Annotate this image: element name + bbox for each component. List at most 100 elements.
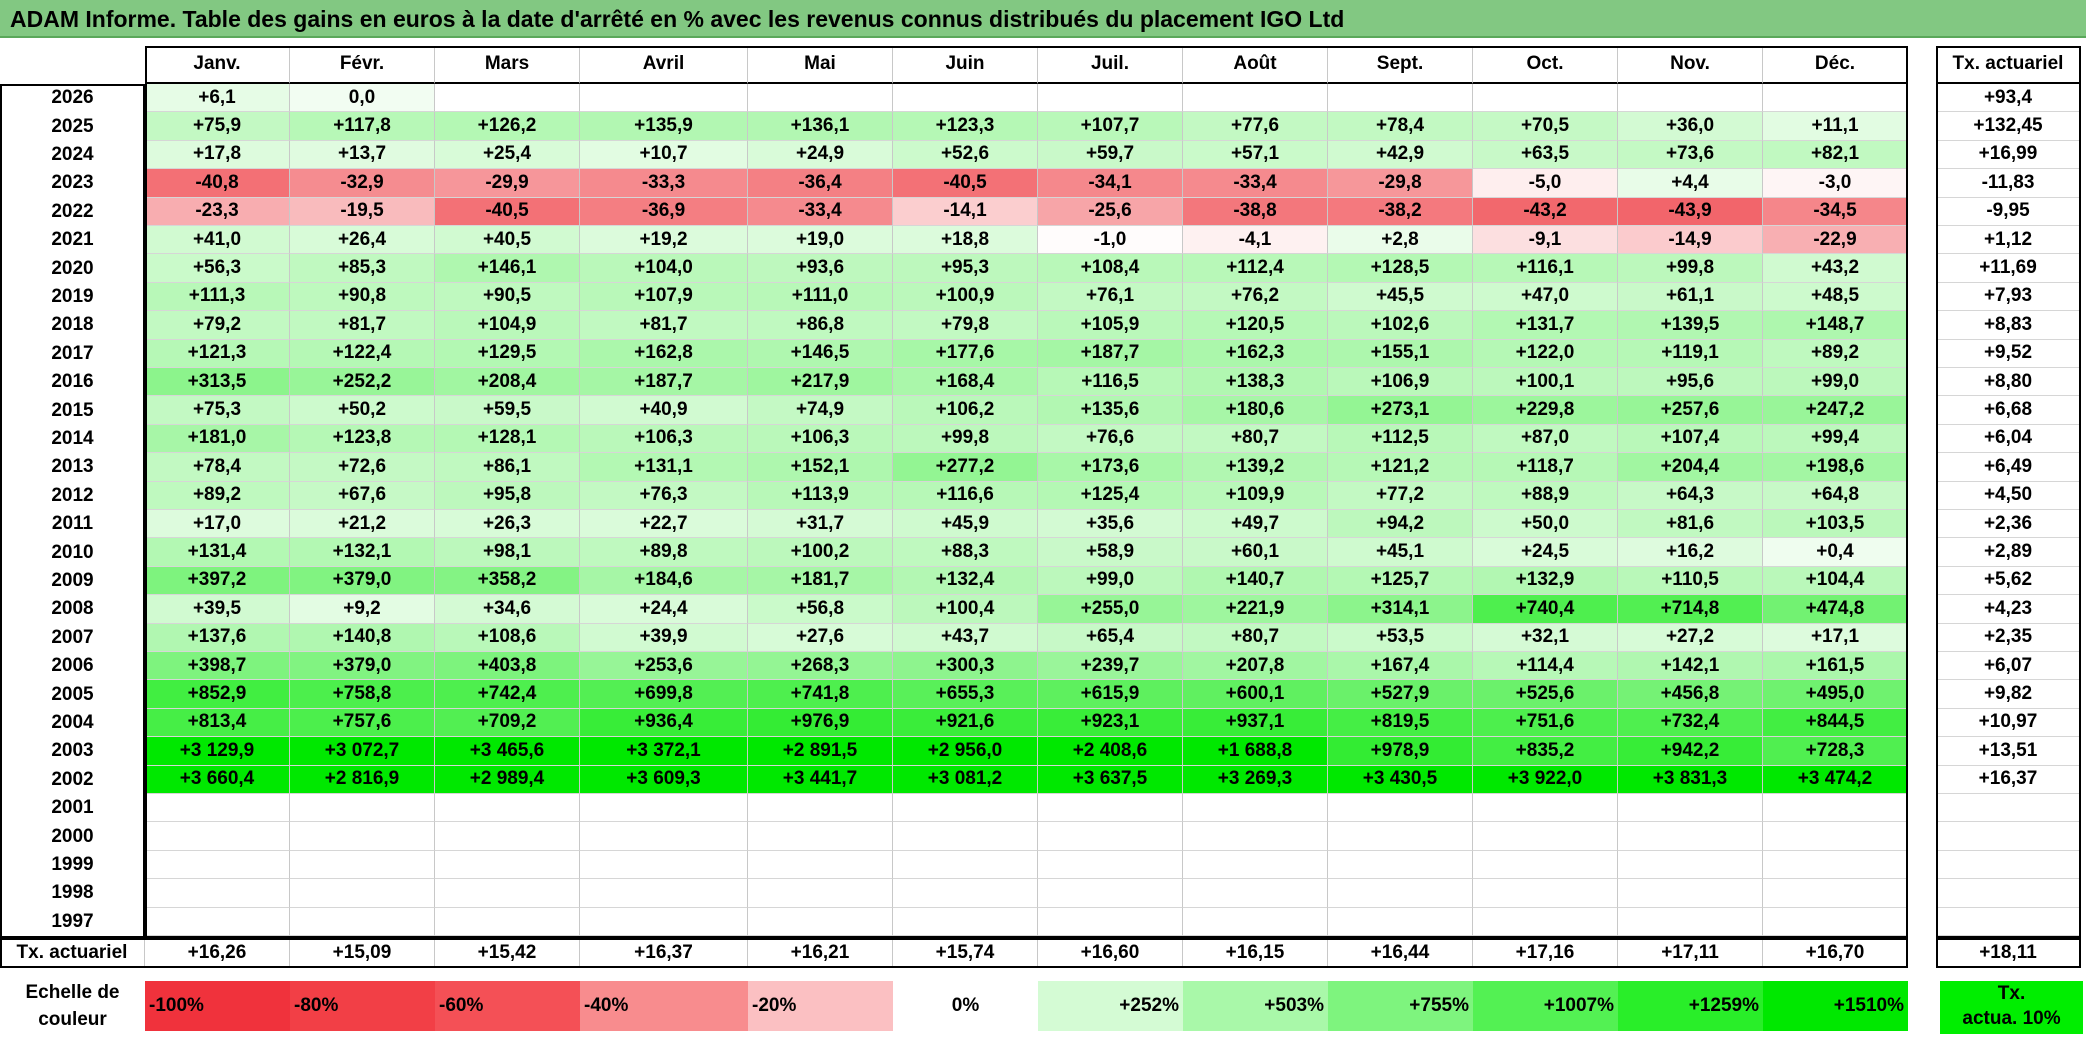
color-scale-swatch: -100% — [145, 981, 290, 1031]
value-cell: +106,9 — [1328, 368, 1473, 397]
value-cell: +142,1 — [1618, 652, 1763, 681]
value-cell — [1183, 84, 1328, 113]
value-cell: +25,4 — [435, 140, 580, 170]
value-cell — [435, 84, 580, 113]
year-label: 2024 — [51, 143, 94, 165]
value-cell: +24,9 — [748, 140, 893, 170]
value-cell — [1328, 879, 1473, 908]
value-cell: +81,7 — [580, 311, 748, 340]
actuarial-cell: +93,4 — [1936, 84, 2081, 113]
value-cell: +111,0 — [748, 282, 893, 312]
value-cell: +116,1 — [1473, 254, 1618, 283]
value-cell — [1183, 907, 1328, 936]
footer-value: +16,70 — [1763, 938, 1908, 968]
value-cell: +148,7 — [1763, 311, 1908, 340]
value-cell: +56,8 — [748, 595, 893, 624]
value-cell: +255,0 — [1038, 595, 1183, 624]
value-cell: +138,3 — [1183, 368, 1328, 397]
value-cell — [1763, 84, 1908, 113]
value-cell: +177,6 — [893, 339, 1038, 368]
footer-value: +16,60 — [1038, 938, 1183, 968]
value-cell: +3 269,3 — [1183, 765, 1328, 794]
value-cell: +104,9 — [435, 311, 580, 340]
color-scale-swatch: 0% — [893, 981, 1038, 1031]
value-cell: +76,3 — [580, 481, 748, 510]
value-cell — [1038, 850, 1183, 880]
year-label: 2020 — [51, 257, 94, 279]
page-title: ADAM Informe. Table des gains en euros à… — [10, 6, 1345, 32]
value-cell: +527,9 — [1328, 680, 1473, 709]
value-cell: +35,6 — [1038, 510, 1183, 539]
value-cell: +655,3 — [893, 680, 1038, 709]
value-cell: +45,9 — [893, 510, 1038, 539]
value-cell: +116,5 — [1038, 368, 1183, 397]
value-cell: +105,9 — [1038, 311, 1183, 340]
value-cell: +247,2 — [1763, 396, 1908, 425]
value-cell: +126,2 — [435, 112, 580, 141]
value-cell: +139,5 — [1618, 311, 1763, 340]
value-cell: +59,5 — [435, 396, 580, 425]
value-cell — [748, 907, 893, 936]
value-cell: +75,3 — [145, 396, 290, 425]
actuarial-cell: +6,07 — [1936, 652, 2081, 681]
value-cell — [435, 907, 580, 936]
value-cell — [290, 794, 435, 823]
value-cell: +125,7 — [1328, 566, 1473, 596]
value-cell: +3 660,4 — [145, 765, 290, 794]
color-scale-swatch: +1510% — [1763, 981, 1908, 1031]
value-cell — [580, 907, 748, 936]
value-cell — [1763, 822, 1908, 851]
value-cell: +740,4 — [1473, 595, 1618, 624]
value-cell — [1183, 850, 1328, 880]
value-cell — [1328, 84, 1473, 113]
value-cell: +751,6 — [1473, 708, 1618, 738]
value-cell: +181,0 — [145, 424, 290, 454]
color-scale-swatch: -40% — [580, 981, 748, 1031]
value-cell: +3 441,7 — [748, 765, 893, 794]
value-cell: +99,0 — [1038, 566, 1183, 596]
value-cell: +131,4 — [145, 538, 290, 567]
value-cell — [1473, 879, 1618, 908]
value-cell — [1183, 794, 1328, 823]
value-cell: -29,9 — [435, 169, 580, 198]
value-cell: +76,6 — [1038, 424, 1183, 454]
value-cell: +741,8 — [748, 680, 893, 709]
value-cell: +111,3 — [145, 282, 290, 312]
value-cell: +844,5 — [1763, 708, 1908, 738]
value-cell: +942,2 — [1618, 737, 1763, 766]
value-cell: +207,8 — [1183, 652, 1328, 681]
color-scale-label-line2: couleur — [38, 1009, 107, 1030]
value-cell — [580, 879, 748, 908]
value-cell — [1473, 850, 1618, 880]
value-cell: +102,6 — [1328, 311, 1473, 340]
year-label: 2022 — [51, 200, 94, 222]
value-cell: +47,0 — [1473, 282, 1618, 312]
color-scale-swatch: -80% — [290, 981, 435, 1031]
year-label: 2007 — [51, 626, 94, 648]
value-cell: +921,6 — [893, 708, 1038, 738]
value-cell — [145, 850, 290, 880]
color-scale-swatch: +1007% — [1473, 981, 1618, 1031]
value-cell — [1038, 84, 1183, 113]
value-cell: +168,4 — [893, 368, 1038, 397]
value-cell: +198,6 — [1763, 453, 1908, 482]
value-cell — [1618, 879, 1763, 908]
value-cell: +403,8 — [435, 652, 580, 681]
value-cell: +99,8 — [1618, 254, 1763, 283]
actuarial-cell: +16,37 — [1936, 765, 2081, 794]
value-cell: +98,1 — [435, 538, 580, 567]
value-cell: +132,1 — [290, 538, 435, 567]
value-cell: +88,3 — [893, 538, 1038, 567]
value-cell: +936,4 — [580, 708, 748, 738]
value-cell: +3 831,3 — [1618, 765, 1763, 794]
year-label: 2006 — [51, 655, 94, 677]
value-cell: +27,6 — [748, 623, 893, 652]
actuarial-cell — [1936, 850, 2081, 880]
value-cell: +187,7 — [1038, 339, 1183, 368]
value-cell: +2 989,4 — [435, 765, 580, 794]
value-cell: +36,0 — [1618, 112, 1763, 141]
value-cell — [893, 794, 1038, 823]
value-cell: +257,6 — [1618, 396, 1763, 425]
value-cell: +42,9 — [1328, 140, 1473, 170]
value-cell: +86,1 — [435, 453, 580, 482]
